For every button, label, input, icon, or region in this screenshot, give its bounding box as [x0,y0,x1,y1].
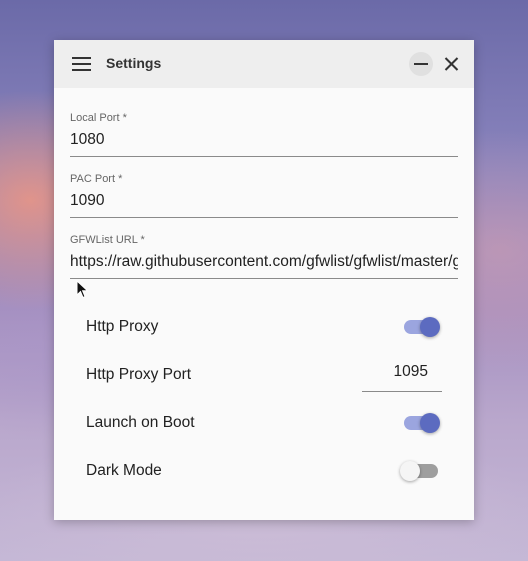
settings-window: Settings Local Port * PAC Port * GFWList… [54,40,474,520]
local-port-input[interactable] [70,129,458,151]
http-proxy-port-row: Http Proxy Port [86,355,442,395]
pac-port-field: PAC Port * [70,173,458,218]
toggle-thumb [400,461,420,481]
launch-on-boot-row: Launch on Boot [86,403,442,443]
local-port-label: Local Port * [70,112,127,124]
local-port-field: Local Port * [70,112,458,157]
toggle-thumb [420,413,440,433]
http-proxy-port-label: Http Proxy Port [86,366,192,383]
http-proxy-port-input[interactable] [362,363,428,381]
http-proxy-label: Http Proxy [86,318,159,335]
dark-mode-toggle[interactable] [400,459,442,483]
gfwlist-url-field: GFWList URL * [70,234,458,279]
menu-icon[interactable] [72,56,92,72]
launch-on-boot-toggle[interactable] [400,411,442,435]
window-title: Settings [106,55,162,71]
pac-port-label: PAC Port * [70,173,123,185]
dark-mode-label: Dark Mode [86,462,162,479]
toggle-thumb [420,317,440,337]
launch-on-boot-label: Launch on Boot [86,414,195,431]
minimize-icon[interactable] [409,52,433,76]
pac-port-input[interactable] [70,190,458,212]
gfwlist-url-label: GFWList URL * [70,234,145,246]
close-icon[interactable] [439,52,463,76]
http-proxy-row: Http Proxy [86,307,442,347]
gfwlist-url-input[interactable] [70,251,458,273]
dark-mode-row: Dark Mode [86,451,442,491]
title-bar: Settings [54,40,474,88]
http-proxy-toggle[interactable] [400,315,442,339]
http-proxy-port-field [362,357,442,392]
mouse-cursor-icon [76,280,89,299]
